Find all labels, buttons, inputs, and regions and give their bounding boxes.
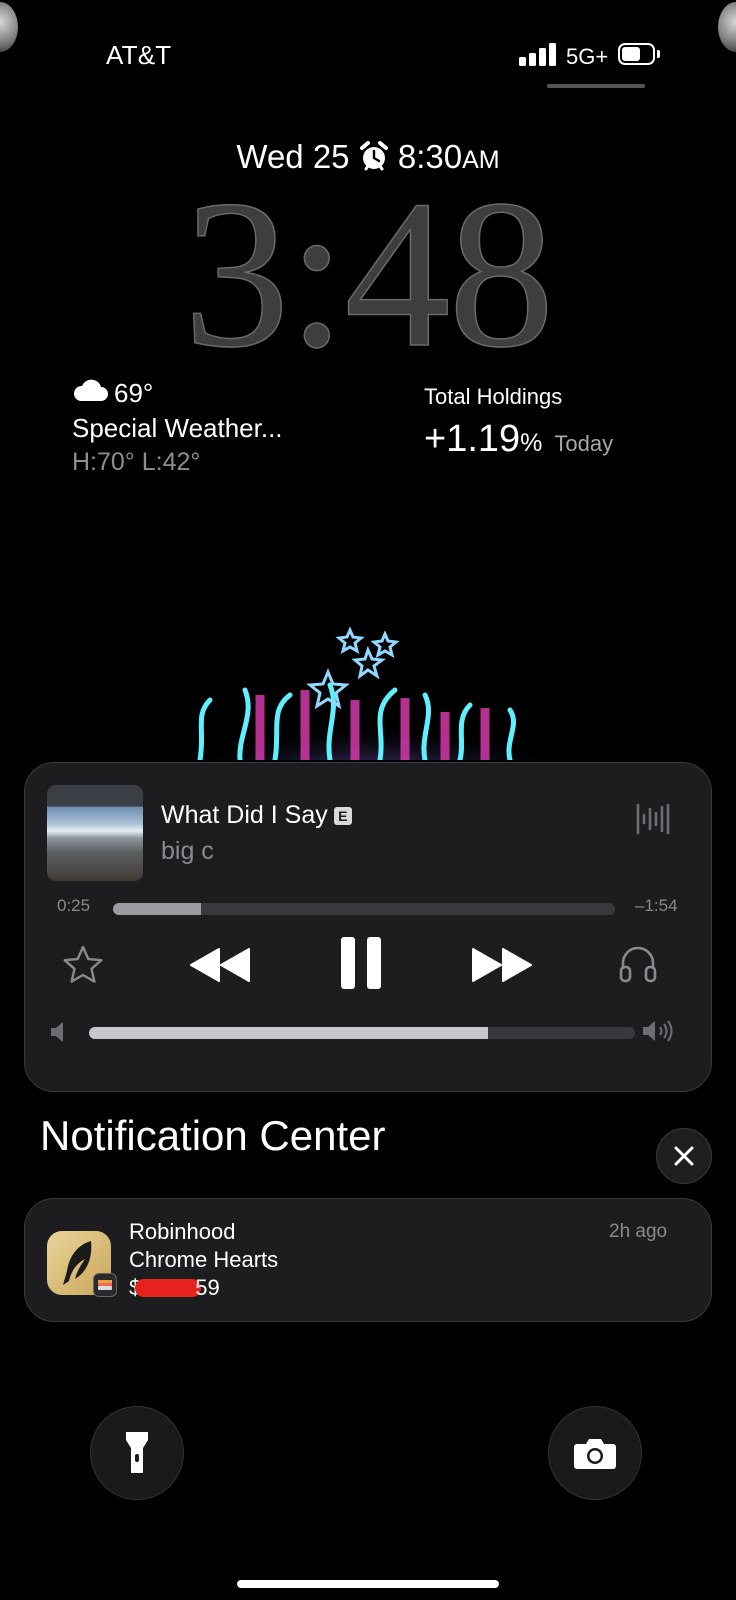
elapsed-time: 0:25 [57,896,91,915]
stocks-period: Today [554,431,614,456]
notification-body: $59 [129,1275,220,1301]
explicit-badge: E [333,807,352,825]
album-art[interactable] [47,785,143,881]
weather-condition: Special Weather... [72,413,283,443]
signal-icon [519,42,559,66]
volume-high-icon [641,1017,675,1050]
airpods-headphones-icon[interactable] [617,943,659,990]
stocks-widget[interactable]: Total Holdings +1.19% Today [424,384,613,461]
notification-center-title: Notification Center [40,1112,386,1159]
camera-icon [574,1439,616,1469]
volume-level-fill [89,1027,488,1039]
wallet-icon [93,1273,117,1297]
flashlight-button[interactable] [90,1406,184,1500]
screen-corner-right [718,2,736,52]
control-center-grabber[interactable] [547,84,645,88]
weather-temp: 69° [114,378,154,408]
wallpaper-flame-art [180,620,580,820]
carrier-label: AT&T [106,40,172,70]
redaction-mark [135,1279,202,1297]
camera-button[interactable] [548,1406,642,1500]
notification-time: 2h ago [609,1221,668,1242]
lock-screen-clock: 3:48 [183,156,555,391]
song-title: What Did I Say [161,801,328,829]
now-playing-widget[interactable]: What Did I Say E big c 0:25 –1:54 [24,762,712,1092]
pause-icon[interactable] [339,935,383,996]
notification-app-name: Robinhood [129,1219,236,1244]
artist-name: big c [161,837,214,865]
playback-scrubber[interactable] [113,903,615,915]
weather-high-low: H:70° L:42° [72,448,201,476]
song-title-line: What Did I Say E [161,801,352,830]
stocks-title: Total Holdings [424,384,563,409]
rewind-icon[interactable] [189,947,251,988]
cloud-icon [72,378,108,409]
home-indicator[interactable] [237,1580,499,1588]
weather-widget[interactable]: 69° Special Weather... H:70° L:42° [72,378,283,477]
close-icon [674,1146,694,1166]
flashlight-icon [126,1432,148,1473]
notification-body-suffix: 59 [195,1275,220,1300]
battery-icon [618,43,662,65]
notification-card[interactable]: Robinhood Chrome Hearts $59 2h ago [24,1198,712,1322]
clear-notifications-button[interactable] [656,1128,712,1184]
remaining-time: –1:54 [635,896,678,915]
audio-waveform-icon[interactable] [635,801,671,837]
stocks-change-unit: % [520,429,543,457]
screen-corner-left [0,2,18,52]
fast-forward-icon[interactable] [471,947,533,988]
volume-slider[interactable] [89,1027,635,1039]
star-icon[interactable] [61,943,105,992]
network-label: 5G+ [566,44,609,69]
playback-progress-fill [113,903,201,915]
volume-low-icon [49,1019,67,1050]
stocks-change-value: +1.19 [424,418,521,460]
notification-title: Chrome Hearts [129,1247,279,1272]
